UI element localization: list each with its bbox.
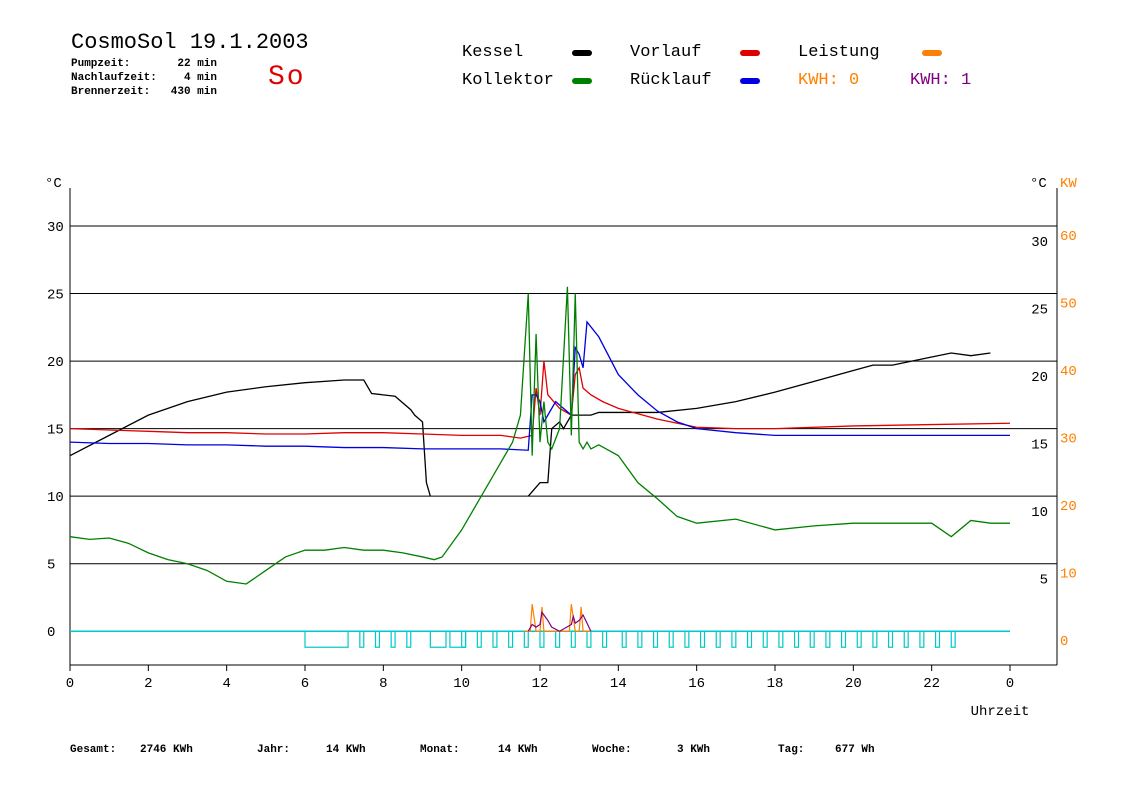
chart-canvas: 051015202530510152025300102030405060°C °C… [45, 176, 1077, 720]
y-tick-right-label: 30 [1031, 235, 1048, 251]
pump-pulse [586, 630, 592, 648]
pump-pulse [461, 630, 467, 648]
pump-pulse [555, 630, 561, 648]
x-axis-label: Uhrzeit [971, 704, 1030, 720]
pump-pulse [508, 630, 514, 648]
y-tick-kw-label: 50 [1060, 297, 1077, 313]
pump-pulse [731, 630, 737, 648]
y-tick-kw-label: 40 [1060, 364, 1077, 380]
x-tick-label: 22 [923, 676, 940, 692]
x-tick-label: 20 [845, 676, 862, 692]
footer-gesamt-label: Gesamt: [70, 744, 117, 756]
footer-tag-value: 677 Wh [835, 744, 875, 756]
y-tick-kw-label: 60 [1060, 229, 1077, 245]
pump-pulse [950, 630, 956, 648]
y-tick-left-label: 20 [47, 355, 64, 371]
pump-pulse [621, 630, 627, 648]
pump-pulse [637, 630, 643, 648]
x-tick-label: 4 [222, 676, 230, 692]
y-tick-right-label: 5 [1040, 573, 1048, 589]
y-tick-right-label: 15 [1031, 438, 1048, 454]
y-axis-left-label: °C [45, 176, 62, 192]
pump-pulse [872, 630, 878, 648]
pump-pulse [856, 630, 862, 648]
pump-pulse [934, 630, 941, 648]
pump-pulse [492, 630, 498, 648]
pump-pulse [825, 630, 831, 648]
pump-pulse [406, 630, 412, 648]
pump-pulse [668, 630, 674, 648]
pump-pulse [476, 630, 482, 648]
pump-pulse [429, 630, 447, 648]
pump-pulse [903, 630, 909, 648]
pump-pulse [715, 630, 721, 648]
y-tick-kw-label: 10 [1060, 567, 1077, 583]
y-tick-left-label: 0 [47, 625, 55, 641]
pump-pulse [762, 630, 768, 648]
y-tick-left-label: 15 [47, 423, 64, 439]
x-tick-label: 2 [144, 676, 152, 692]
pump-pulse [809, 630, 815, 648]
y-axis-right-label: °C [1030, 176, 1047, 192]
footer-woche-value: 3 KWh [677, 744, 711, 756]
footer-monat-label: Monat: [420, 744, 460, 756]
pump-pulse [359, 630, 365, 648]
pump-pulse [390, 630, 396, 648]
y-tick-right-label: 20 [1031, 370, 1048, 386]
pump-pulse [778, 630, 784, 648]
y-tick-kw-label: 20 [1060, 499, 1077, 515]
pump-pulse [919, 630, 925, 648]
x-tick-label: 18 [767, 676, 784, 692]
pump-pulse [793, 630, 800, 648]
pump-pulse [374, 630, 381, 648]
x-tick-label: 0 [1006, 676, 1014, 692]
footer-woche-label: Woche: [592, 744, 632, 756]
y-axis-kw-label: KW [1060, 176, 1077, 192]
y-tick-left-label: 5 [47, 558, 55, 574]
y-tick-left-label: 30 [47, 220, 64, 236]
pump-pulse [746, 630, 753, 648]
pump-pulse [652, 630, 659, 648]
y-tick-kw-label: 0 [1060, 634, 1068, 650]
x-tick-label: 8 [379, 676, 387, 692]
footer-tag-label: Tag: [778, 744, 805, 756]
y-tick-left-label: 25 [47, 288, 64, 304]
pump-pulse [449, 630, 467, 648]
pump-pulse [539, 630, 545, 648]
pump-pulse [684, 630, 690, 648]
x-tick-label: 12 [532, 676, 549, 692]
pump-pulse [887, 630, 894, 648]
x-tick-label: 14 [610, 676, 627, 692]
footer-gesamt-value: 2746 KWh [140, 744, 193, 756]
x-tick-label: 10 [453, 676, 470, 692]
y-tick-right-label: 25 [1031, 303, 1048, 319]
pump-pulse [699, 630, 706, 648]
x-tick-label: 16 [688, 676, 705, 692]
pump-pulse [602, 630, 608, 648]
pump-pulse [570, 630, 576, 648]
pump-pulse [523, 630, 529, 648]
y-tick-right-label: 10 [1031, 505, 1048, 521]
series-kessel-line [69, 379, 431, 497]
pump-pulse [304, 630, 349, 648]
y-tick-kw-label: 30 [1060, 432, 1077, 448]
pump-pulse [840, 630, 847, 648]
footer-monat-value: 14 KWh [498, 744, 538, 756]
x-tick-label: 6 [301, 676, 309, 692]
footer-jahr-value: 14 KWh [326, 744, 366, 756]
y-tick-left-label: 10 [47, 490, 64, 506]
x-tick-label: 0 [66, 676, 74, 692]
footer-jahr-label: Jahr: [257, 744, 291, 756]
